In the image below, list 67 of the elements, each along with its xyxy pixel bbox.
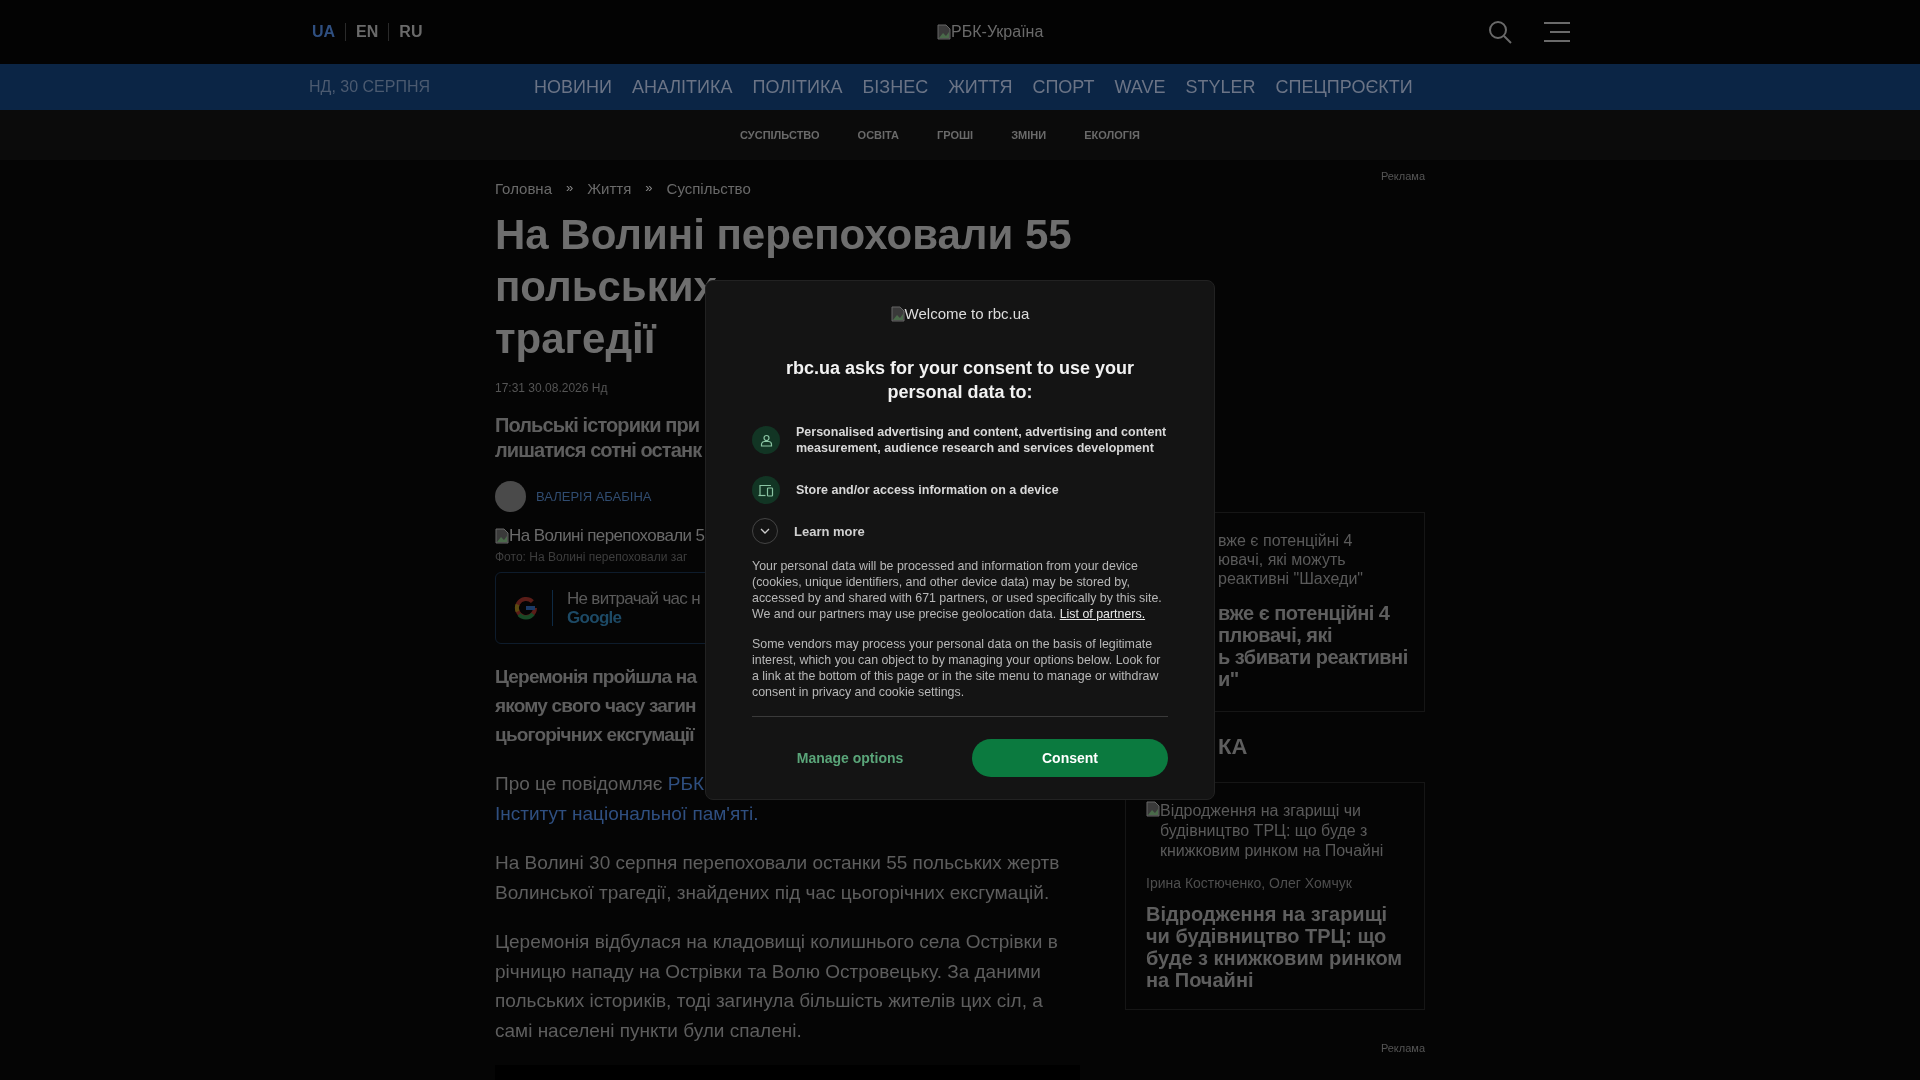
google-link[interactable]: Google: [567, 608, 700, 627]
image-alt-text: Відродження на згарищі чи будівництво ТРЦ: що буде з книжковим ринком на Почайні: [1160, 801, 1385, 861]
image-alt-text: На Волині перепоховали 5: [509, 526, 705, 546]
article-lead: Польські історики при лишатися сотні останк: [495, 413, 702, 463]
headline-line: трагедії: [495, 314, 656, 364]
dialog-logo: Welcome to rbc.ua: [752, 305, 1168, 322]
nav-link[interactable]: СПЕЦПРОЄКТИ: [1275, 76, 1413, 98]
dialog-heading: rbc.ua asks for your consent to use your personal data to:: [784, 357, 1136, 404]
breadcrumb-link[interactable]: Головна: [495, 180, 552, 197]
learn-more-toggle[interactable]: Learn more: [752, 518, 865, 544]
devices-icon: [758, 483, 774, 497]
consent-button[interactable]: Consent: [972, 739, 1168, 777]
breadcrumb-separator: »: [645, 180, 653, 197]
nav-link[interactable]: ПОЛІТИКА: [752, 76, 843, 98]
subnav-link[interactable]: ЕКОЛОГІЯ: [1084, 129, 1140, 141]
headline-line: На Волині перепоховали 55: [495, 210, 1072, 260]
chevron-down-icon: [760, 528, 770, 534]
nav-link[interactable]: НОВИНИ: [534, 76, 612, 98]
news-card[interactable]: Відродження на згарищі чи будівництво ТРЦ: що буде з книжковим ринком на Почайні Ірина Костюченко, Олег Хомчук Відродження на згарищі чи будівництво ТРЦ: що буде з книжковим ринком на Почайні: [1125, 782, 1425, 1010]
nav-link[interactable]: WAVE: [1114, 76, 1166, 98]
bold-paragraph: Церемонія пройшла на якому свого часу загин цьогорічних ексгумації: [495, 665, 697, 747]
menu-icon[interactable]: [1544, 22, 1570, 42]
nav-link[interactable]: STYLER: [1185, 76, 1256, 98]
author-avatar: [495, 481, 526, 512]
card-title: Відродження на згарищі чи будівництво ТРЦ: що буде з книжковим ринком на Почайні: [1146, 903, 1404, 991]
breadcrumb-separator: »: [566, 180, 574, 197]
breadcrumb-link[interactable]: Життя: [587, 180, 632, 197]
search-icon[interactable]: [1488, 20, 1512, 44]
current-date: НД, 30 СЕРПНЯ: [309, 78, 432, 96]
nav-link[interactable]: ЖИТТЯ: [948, 76, 1013, 98]
source-link[interactable]: Інститут національної пам'яті.: [495, 802, 759, 824]
language-option[interactable]: EN: [345, 23, 389, 41]
card-title: вже є потенційні 4 плювачі, які ь збивати реактивні и": [1218, 602, 1408, 690]
section-heading: КА: [1218, 734, 1249, 760]
person-icon: [759, 433, 773, 447]
photo-caption: Фото: На Волині перепоховали заг: [495, 550, 689, 564]
purpose-text: Personalised advertising and content, advertising and content measurement, audience research and services development: [796, 424, 1168, 456]
promo-text: Не витрачай час н: [567, 589, 700, 608]
broken-image-icon: [495, 528, 509, 544]
headline-line: польських: [495, 262, 717, 312]
article-paragraph: На Волині 30 серпня перепоховали останки 55 польських жертв Волинської трагедії, знайдених під час цьогорічних ексгумацій.: [495, 851, 1061, 905]
google-icon: [514, 596, 538, 620]
source-link[interactable]: РБК: [667, 773, 705, 794]
broken-image-icon: [890, 305, 905, 322]
broken-image-icon: [1146, 801, 1160, 817]
card-authors: Ірина Костюченко, Олег Хомчук: [1146, 875, 1353, 891]
ad-label: Реклама: [1379, 1042, 1425, 1054]
source-text: Про це повідомляє: [495, 773, 663, 794]
nav-link[interactable]: АНАЛІТИКА: [631, 76, 733, 98]
publish-date: 17:31 30.08.2026 Нд: [495, 381, 608, 395]
language-option[interactable]: UA: [310, 23, 346, 41]
author-link[interactable]: ВАЛЕРІЯ АБАБІНА: [536, 489, 652, 504]
subnav-link[interactable]: ОСВІТА: [857, 129, 900, 141]
site-logo[interactable]: РБК-Україна: [937, 23, 1044, 41]
subnav-link[interactable]: ГРОШІ: [937, 129, 974, 141]
nav-link[interactable]: СПОРТ: [1032, 76, 1095, 98]
image-alt-text: вже є потенційні 4 ювачі, які можуть реактивні "Шахеди": [1218, 531, 1365, 588]
nav-link[interactable]: БІЗНЕС: [862, 76, 929, 98]
subnav-link[interactable]: ЗМІНИ: [1011, 129, 1047, 141]
broken-image-icon: [937, 24, 952, 40]
subnav-link[interactable]: СУСПІЛЬСТВО: [740, 129, 820, 141]
article-paragraph: Церемонія відбулася на кладовищі колишнього села Острівки в річницю нападу на Острівки та Волю Островецьку. За даними польських істориків, тоді загинула більшість жителів цих сіл, а самі населені пункти були спалені.: [495, 930, 1059, 1043]
breadcrumb-link[interactable]: Суспільство: [666, 180, 751, 197]
language-option[interactable]: RU: [388, 23, 433, 41]
manage-options-button[interactable]: Manage options: [752, 749, 948, 767]
ad-label: Реклама: [1379, 170, 1425, 182]
purpose-text: Store and/or access information on a device: [796, 482, 1059, 498]
